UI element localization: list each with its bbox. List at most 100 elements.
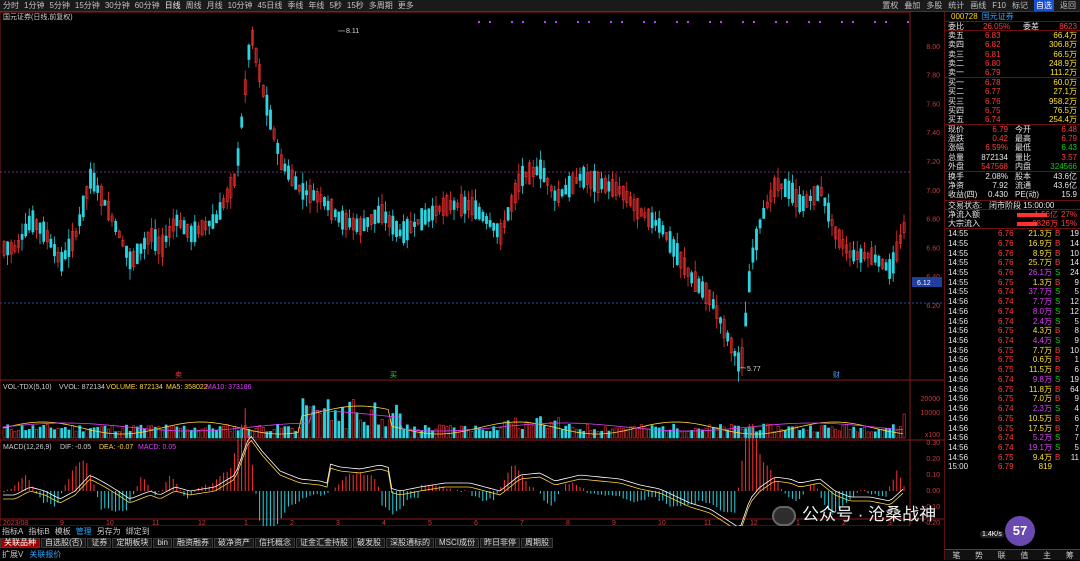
tick-row: 14:55 6.75 1.3万 B 9	[945, 278, 1080, 288]
block-tab-9[interactable]: 破发股	[353, 537, 386, 548]
block-tab-6[interactable]: 破净资产	[214, 537, 255, 548]
volume-bar	[71, 425, 74, 439]
toolbar-item-0[interactable]: 叠加	[904, 0, 920, 11]
tick-time: 14:56	[948, 384, 969, 394]
period-tab-1[interactable]: 1分钟	[24, 0, 44, 11]
indicator-tab-4[interactable]: 另存为	[97, 526, 121, 537]
period-tab-13[interactable]: 5秒	[329, 0, 341, 11]
block-tab-8[interactable]: 证金汇金持股	[296, 537, 353, 548]
signal-dot	[687, 21, 689, 23]
volume-bar	[812, 431, 816, 439]
quote-footer-tab-4[interactable]: 主	[1036, 550, 1059, 561]
toolbar-item-1[interactable]: 多股	[926, 0, 942, 11]
period-tab-16[interactable]: 更多	[398, 0, 414, 11]
y-axis-label: 7.80	[926, 73, 940, 80]
period-tab-2[interactable]: 5分钟	[49, 0, 69, 11]
period-tab-3[interactable]: 15分钟	[75, 0, 100, 11]
block-tab-7[interactable]: 信托概念	[255, 537, 296, 548]
block-tab-12[interactable]: 昨日非停	[480, 537, 521, 548]
candle-body	[485, 216, 488, 224]
volume-bar	[377, 424, 380, 439]
candle-body	[348, 218, 352, 228]
period-tab-8[interactable]: 月线	[207, 0, 223, 11]
indicator-tab-2[interactable]: 模板	[55, 526, 71, 537]
period-tab-5[interactable]: 60分钟	[135, 0, 160, 11]
level-label: 卖四	[948, 40, 964, 50]
indicator-tab-3[interactable]: 管理	[76, 526, 92, 537]
stock-name[interactable]: 国元证券	[982, 11, 1014, 22]
candle-body	[798, 194, 802, 213]
toolbar-item-rights[interactable]: 置权	[882, 0, 898, 11]
candle-body	[38, 222, 42, 234]
block-tab-1[interactable]: 自选股(否)	[41, 537, 87, 548]
quote-footer-tab-5[interactable]: 筹	[1058, 550, 1080, 561]
block-tab-2[interactable]: 证券	[87, 537, 112, 548]
extension-tab-1[interactable]: 关联报价	[29, 549, 61, 560]
period-tab-14[interactable]: 15秒	[347, 0, 364, 11]
level-price: 6.82	[985, 40, 1001, 50]
tick-side: S	[1055, 316, 1061, 326]
block-tab-5[interactable]: 融资融券	[173, 537, 214, 548]
volume-bar	[503, 421, 506, 439]
volume-bar	[42, 424, 46, 439]
tick-side: B	[1055, 365, 1061, 375]
candle-body	[31, 210, 35, 233]
indicator-tab-0[interactable]: 指标A	[2, 526, 23, 537]
period-tab-6[interactable]: 日线	[165, 0, 181, 11]
indicator-tab-5[interactable]: 绑定到	[126, 526, 150, 537]
quote-footer-tab-0[interactable]: 笔	[945, 550, 968, 561]
tick-price: 6.76	[998, 258, 1014, 268]
kline-chart-area[interactable]: 国元证券(日线,前复权) 8.00 7.80 7.60 7.40 7.20 7.00 6.80…	[0, 11, 944, 538]
period-tab-4[interactable]: 30分钟	[105, 0, 130, 11]
period-tab-11[interactable]: 季线	[287, 0, 303, 11]
volume-bar	[654, 426, 658, 439]
y-axis-label: 7.00	[926, 188, 940, 195]
toolbar-item-2[interactable]: 统计	[948, 0, 964, 11]
volume-bar	[56, 428, 60, 439]
quote-footer-tab-2[interactable]: 联	[990, 550, 1013, 561]
quote-footer-tab-3[interactable]: 值	[1013, 550, 1036, 561]
bid-levels: 买一 6.78 60.0万 买二 6.77 27.1万 买三 6.76 958.2万 买四 6.75…	[945, 78, 1080, 126]
toolbar-item-5[interactable]: 标记	[1012, 0, 1028, 11]
tick-side: B	[1055, 248, 1061, 258]
toolbar-item-6[interactable]: 自选	[1034, 0, 1054, 11]
candle-body	[650, 212, 654, 229]
volume-bar	[618, 427, 622, 439]
volume-bar	[456, 429, 460, 439]
tick-row: 14:56 6.75 0.6万 B 1	[945, 355, 1080, 365]
toolbar-item-7[interactable]: 返回	[1060, 0, 1076, 11]
volume-bar	[359, 419, 362, 439]
tick-time: 14:55	[948, 248, 969, 258]
signal-dot	[610, 21, 612, 23]
block-tab-11[interactable]: MSCI成份	[435, 537, 480, 548]
block-tab-3[interactable]: 定期板块	[112, 537, 153, 548]
status-label: 交易状态:	[948, 200, 983, 210]
volume-bar	[153, 426, 157, 439]
period-tab-12[interactable]: 年线	[308, 0, 324, 11]
toolbar-item-3[interactable]: 画线	[970, 0, 986, 11]
block-tab-10[interactable]: 深股通标的	[386, 537, 435, 548]
candle-body	[726, 332, 730, 342]
quote-footer-tab-1[interactable]: 势	[968, 550, 991, 561]
candle-body	[287, 165, 290, 180]
block-tab-13[interactable]: 周期股	[521, 537, 554, 548]
tick-list[interactable]: 14:55 6.76 21.3万 B 19 14:55 6.76 16.9万 B 14 14:55 6…	[945, 229, 1080, 472]
volume-bar	[481, 429, 485, 439]
toolbar-item-4[interactable]: F10	[992, 1, 1006, 10]
volume-bar	[215, 430, 218, 439]
tick-count: 19	[1070, 374, 1079, 384]
candle-body	[92, 172, 96, 192]
candle-body	[362, 218, 366, 232]
volume-bar	[513, 417, 517, 439]
period-tab-9[interactable]: 10分钟	[228, 0, 253, 11]
block-tab-0[interactable]: 关联品种	[0, 537, 40, 548]
indicator-tab-1[interactable]: 指标B	[28, 526, 49, 537]
period-tab-15[interactable]: 多周期	[369, 0, 393, 11]
volume-bar	[204, 427, 208, 439]
level-volume: 958.2万	[1048, 96, 1077, 106]
extension-tab-0[interactable]: 扩展V	[2, 549, 23, 560]
period-tab-7[interactable]: 周线	[186, 0, 202, 11]
block-tab-4[interactable]: bin	[153, 537, 173, 548]
period-tab-10[interactable]: 45日线	[258, 0, 283, 11]
period-tab-0[interactable]: 分时	[3, 0, 19, 11]
